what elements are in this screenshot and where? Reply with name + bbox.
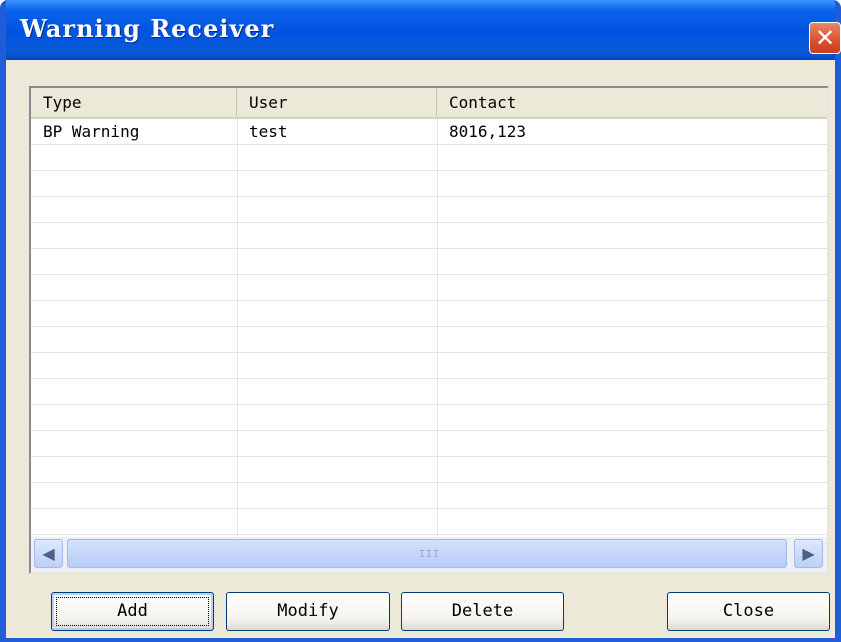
column-header-type[interactable]: Type [31,88,237,117]
modify-button-label: Modify [277,601,339,621]
empty-row [31,431,827,457]
delete-button-label: Delete [451,601,514,621]
empty-row [31,223,827,249]
list-header: Type User Contact [31,88,827,119]
empty-row [31,379,827,405]
add-button[interactable]: Add [51,592,214,631]
close-button-label: Close [722,601,775,621]
empty-row [31,327,827,353]
focus-rectangle [56,597,209,626]
empty-row [31,275,827,301]
scroll-right-button[interactable]: ▶ [794,539,823,568]
list-body: BP Warning test 8016,123 [31,119,827,535]
empty-row [31,457,827,483]
empty-row [31,171,827,197]
close-icon: ✕ [814,24,836,52]
close-window-button[interactable]: ✕ [809,22,841,54]
cell-type: BP Warning [43,122,140,141]
column-header-contact[interactable]: Contact [437,88,827,117]
empty-row [31,483,827,509]
empty-row [31,197,827,223]
chevron-right-icon: ▶ [802,544,815,563]
close-button[interactable]: Close [667,592,830,631]
delete-button[interactable]: Delete [401,592,564,631]
empty-row [31,145,827,171]
empty-row [31,353,827,379]
scrollbar-thumb[interactable]: III [67,539,787,568]
cell-user: test [249,122,288,141]
empty-row [31,405,827,431]
scroll-left-button[interactable]: ◀ [34,539,63,568]
column-header-user[interactable]: User [237,88,437,117]
horizontal-scrollbar[interactable]: ◀ III ▶ [31,537,827,572]
table-row[interactable]: BP Warning test 8016,123 [31,119,827,145]
modify-button[interactable]: Modify [226,592,390,631]
empty-row [31,249,827,275]
empty-row [31,509,827,535]
receiver-list[interactable]: Type User Contact BP Warning test 8016,1… [29,86,829,574]
chevron-left-icon: ◀ [42,544,55,563]
window-title: Warning Receiver [20,14,275,43]
title-bar[interactable]: Warning Receiver [6,0,835,60]
grip-icon: III [419,549,441,560]
empty-row [31,301,827,327]
cell-contact: 8016,123 [449,122,527,141]
